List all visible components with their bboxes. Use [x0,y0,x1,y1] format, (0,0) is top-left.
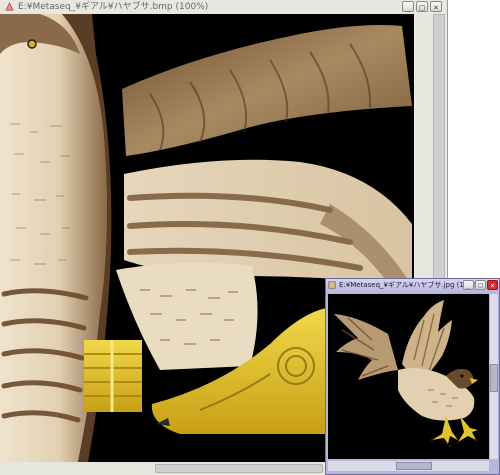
upper-wing-texture [122,25,412,156]
app-icon [5,2,14,11]
minimize-icon: _ [466,281,471,289]
preview-window-title: E:¥Metaseq_¥ギアル¥ハヤブサ.jpg (100%) [339,281,483,289]
preview-minimize-button[interactable]: _ [463,280,474,290]
maximize-icon: □ [419,3,425,12]
main-titlebar[interactable]: E:¥Metaseq_¥ギアル¥ハヤブサ.bmp (100%) _ □ × [0,0,447,14]
preview-horizontal-scrollbar[interactable] [328,461,489,471]
horizontal-scroll-thumb[interactable] [155,464,323,473]
preview-horizontal-scroll-thumb[interactable] [396,462,432,470]
preview-titlebar[interactable]: E:¥Metaseq_¥ギアル¥ハヤブサ.jpg (100%) _ □ × [326,279,499,292]
preview-maximize-button[interactable]: □ [475,280,486,290]
preview-vertical-scroll-thumb[interactable] [490,364,498,392]
minimize-button[interactable]: _ [402,1,414,12]
close-button[interactable]: × [430,1,442,12]
preview-canvas[interactable] [328,294,489,459]
falcon-render [334,300,478,448]
close-icon: × [490,281,495,290]
maximize-icon: □ [478,281,483,289]
preview-window: E:¥Metaseq_¥ギアル¥ハヤブサ.jpg (100%) _ □ × [325,278,500,475]
main-window-title: E:¥Metaseq_¥ギアル¥ハヤブサ.bmp (100%) [18,2,209,12]
close-icon: × [433,3,439,12]
leg-texture [84,340,142,412]
preview-close-button[interactable]: × [487,280,498,290]
app-icon [328,281,336,289]
preview-vertical-scrollbar[interactable] [490,294,498,459]
minimize-icon: _ [405,3,411,12]
maximize-button[interactable]: □ [416,1,428,12]
